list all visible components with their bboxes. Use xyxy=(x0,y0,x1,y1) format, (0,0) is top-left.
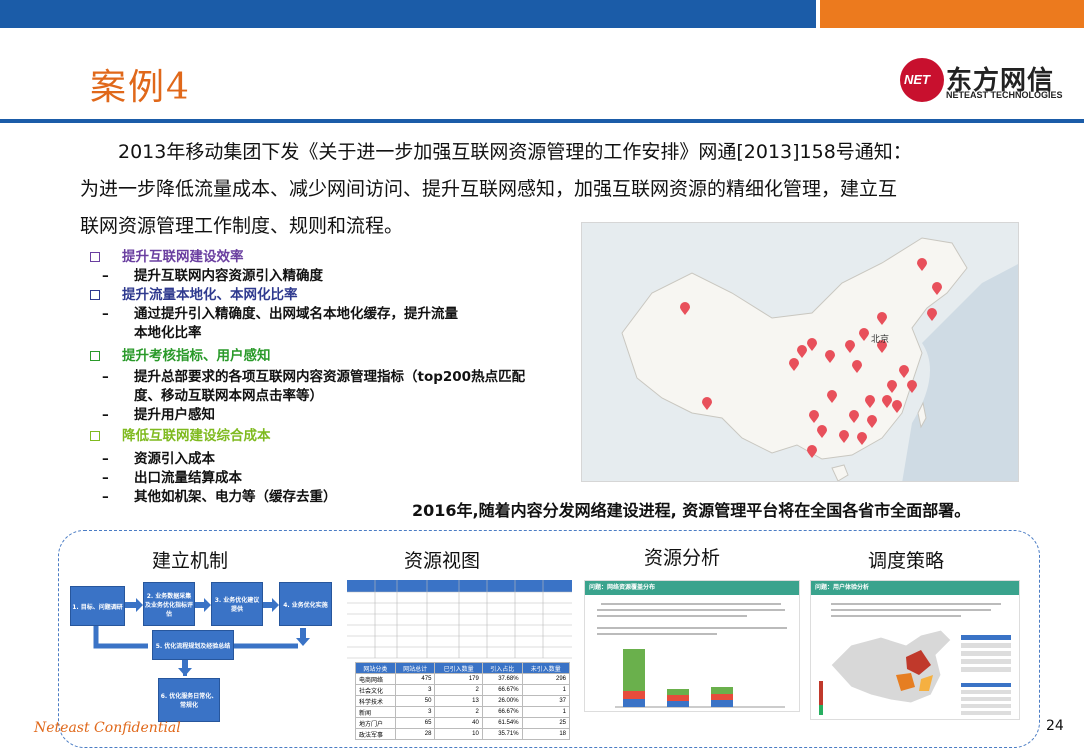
table-row: 社会文化 3 2 66.67% 1 xyxy=(355,684,571,696)
mechanism-flow-panel: 1. 目标、问题调研 2. 业务数据采集及业务优化指标评估 3. 业务优化建议提… xyxy=(68,578,336,728)
dispatch-header: 问题：用户体验分析 xyxy=(811,581,1019,595)
resource-analysis-panel: 问题：网络资源覆盖分布 xyxy=(584,580,800,712)
table-cell: 37.68% xyxy=(481,673,523,685)
flow-step: 1. 目标、问题调研 xyxy=(70,586,125,626)
table-row: 科学技术 50 13 26.00% 37 xyxy=(355,695,571,707)
table-cell: 13 xyxy=(434,695,483,707)
deployment-announcement: 2016年,随着内容分发网络建设进程, 资源管理平台将在全国各省市全面部署。 xyxy=(412,501,971,520)
bullet-sub: – 提升总部要求的各项互联网内容资源管理指标（top200热点匹配 xyxy=(102,369,526,385)
table-cell: 10 xyxy=(434,728,483,740)
bullet-sub: – 通过提升引入精确度、出网域名本地化缓存，提升流量 xyxy=(102,306,458,322)
bullet-sub: – 提升用户感知 xyxy=(102,407,215,423)
table-cell: 政法军事 xyxy=(355,728,396,740)
intro-line: 为进一步降低流量成本、减少网间访问、提升互联网感知，加强互联网资源的精细化管理，… xyxy=(80,178,898,200)
table-cell: 28 xyxy=(394,728,436,740)
top-bar-blue xyxy=(0,0,816,28)
logo-english-name: NETEAST TECHNOLOGIES xyxy=(946,90,1063,100)
column-header: 已引入数量 xyxy=(434,662,483,674)
table-cell: 61.54% xyxy=(481,717,523,729)
company-logo: NET 东方网信 NETEAST TECHNOLOGIES xyxy=(900,58,1075,108)
page-number: 24 xyxy=(1046,718,1064,734)
table-cell: 26.00% xyxy=(481,695,523,707)
square-bullet-icon xyxy=(90,252,100,262)
column-header: 网站总计 xyxy=(394,662,436,674)
table-cell: 66.67% xyxy=(481,684,523,696)
header-divider xyxy=(0,119,1084,123)
table-row: 政法军事 28 10 35.71% 18 xyxy=(355,728,571,740)
table-cell: 475 xyxy=(394,673,436,685)
column-header: 未引入数量 xyxy=(521,662,571,674)
confidential-watermark: Neteast Confidential xyxy=(34,720,181,736)
logo-mark-icon: NET xyxy=(900,58,944,102)
table-cell: 35.71% xyxy=(481,728,523,740)
table-cell: 2 xyxy=(434,706,483,718)
table-cell: 66.67% xyxy=(481,706,523,718)
china-deployment-map: 北京 xyxy=(581,222,1019,482)
flow-step: 5. 优化流程规划及经验总结 xyxy=(152,630,234,660)
square-bullet-icon xyxy=(90,431,100,441)
column-header: 引入占比 xyxy=(481,662,523,674)
table-cell: 社会文化 xyxy=(355,684,396,696)
section-title-mechanism: 建立机制 xyxy=(152,550,229,572)
table-cell: 40 xyxy=(434,717,483,729)
square-bullet-icon xyxy=(90,351,100,361)
top-bar-orange xyxy=(820,0,1084,28)
table-cell: 地方门户 xyxy=(355,717,396,729)
table-row: 电商网络 475 179 37.68% 296 xyxy=(355,673,571,685)
map-canvas: 北京 xyxy=(582,223,1018,481)
square-bullet-icon xyxy=(90,290,100,300)
section-title-resource-view: 资源视图 xyxy=(404,550,481,572)
bullet-sub: 度、移动互联网本网点击率等） xyxy=(134,388,323,404)
column-header: 网站分类 xyxy=(355,662,396,674)
table-cell: 2 xyxy=(434,684,483,696)
bullet-list: 提升互联网建设效率 – 提升互联网内容资源引入精确度 提升流量本地化、本网化比率 … xyxy=(88,248,568,507)
resource-table: 网站分类 网站总计 已引入数量 引入占比 未引入数量 电商网络 475 179 37.… xyxy=(355,662,571,740)
analysis-chart xyxy=(597,603,787,708)
flow-step: 3. 业务优化建议提供 xyxy=(211,582,263,626)
table-cell: 25 xyxy=(521,717,571,729)
table-cell: 179 xyxy=(434,673,483,685)
beijing-label: 北京 xyxy=(871,333,889,345)
bullet-sub: – 提升互联网内容资源引入精确度 xyxy=(102,268,323,284)
bullet-heading: 提升考核指标、用户感知 xyxy=(88,347,568,366)
section-title-dispatch-strategy: 调度策略 xyxy=(868,550,945,572)
intro-line: 2013年移动集团下发《关于进一步加强互联网资源管理的工作安排》网通[2013]… xyxy=(118,141,912,163)
table-cell: 电商网络 xyxy=(355,673,396,685)
table-cell: 3 xyxy=(394,706,436,718)
slide: 案例4 NET 东方网信 NETEAST TECHNOLOGIES 2013年移… xyxy=(0,0,1084,756)
flow-step: 4. 业务优化实施 xyxy=(279,582,332,626)
table-cell: 1 xyxy=(521,684,571,696)
table-cell: 18 xyxy=(521,728,571,740)
slide-title: 案例4 xyxy=(90,67,191,108)
table-cell: 3 xyxy=(394,684,436,696)
table-cell: 65 xyxy=(394,717,436,729)
bullet-sub: – 出口流量结算成本 xyxy=(102,470,242,486)
bullet-heading: 提升流量本地化、本网化比率 xyxy=(88,286,568,305)
table-cell: 科学技术 xyxy=(355,695,396,707)
resource-view-panel: 网站分类 网站总计 已引入数量 引入占比 未引入数量 电商网络 475 179 37.… xyxy=(347,580,572,740)
flow-step: 2. 业务数据采集及业务优化指标评估 xyxy=(143,582,195,626)
table-cell: 1 xyxy=(521,706,571,718)
table-cell: 新闻 xyxy=(355,706,396,718)
table-row: 新闻 3 2 66.67% 1 xyxy=(355,706,571,718)
table-cell: 50 xyxy=(394,695,436,707)
flow-step: 6. 优化服务日常化、常规化 xyxy=(158,678,220,722)
dispatch-strategy-panel: 问题：用户体验分析 xyxy=(810,580,1020,720)
table-row: 地方门户 65 40 61.54% 25 xyxy=(355,717,571,729)
dispatch-heatmap xyxy=(819,603,1011,715)
bullet-sub: 本地化比率 xyxy=(134,325,202,341)
table-cell: 37 xyxy=(521,695,571,707)
bullet-heading: 降低互联网建设综合成本 xyxy=(88,427,568,446)
bullet-heading: 提升互联网建设效率 xyxy=(88,248,568,267)
resource-summary-grid xyxy=(347,580,572,659)
bullet-sub: – 资源引入成本 xyxy=(102,451,215,467)
table-cell: 296 xyxy=(521,673,571,685)
analysis-header: 问题：网络资源覆盖分布 xyxy=(585,581,799,595)
section-title-resource-analysis: 资源分析 xyxy=(644,547,721,569)
